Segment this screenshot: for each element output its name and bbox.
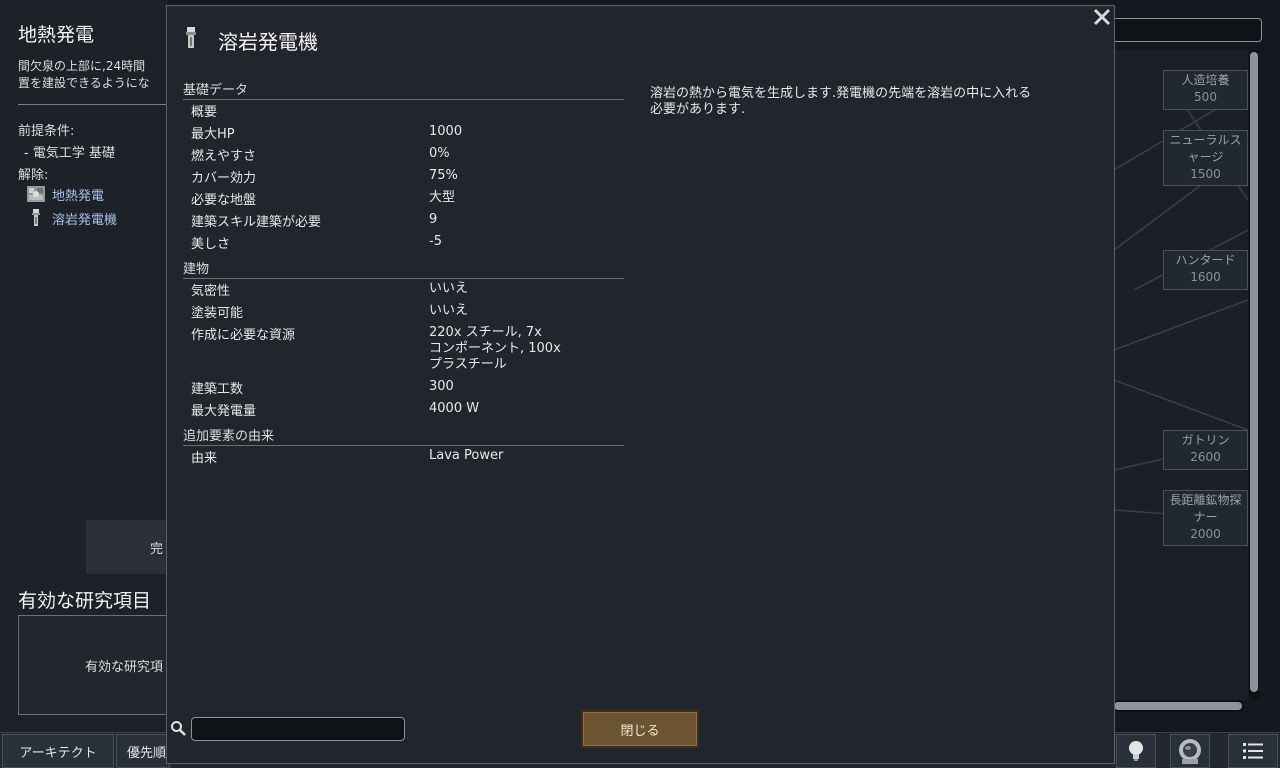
tree-node[interactable]: ガトリン 2600 <box>1163 430 1248 470</box>
list-menu-icon[interactable] <box>1228 734 1278 768</box>
stat-value-line: コンポーネント, 100x <box>429 341 561 356</box>
stat-value: 300 <box>429 379 454 394</box>
stat-label[interactable]: 美しさ <box>191 233 230 252</box>
description-line: 置を建設できるようにな <box>18 76 150 90</box>
vertical-scrollbar[interactable] <box>1249 50 1259 700</box>
stat-label[interactable]: 気密性 <box>191 280 230 299</box>
stat-value: -5 <box>429 234 442 249</box>
research-project-title: 地熱発電 <box>18 24 95 46</box>
taskbar-architect-button[interactable]: アーキテクト <box>2 734 114 768</box>
stat-label[interactable]: 建築工数 <box>191 378 243 397</box>
taskbar-priority-button[interactable]: 優先順 <box>116 734 170 768</box>
stat-label[interactable]: 建築スキル建築が必要 <box>191 211 321 230</box>
tree-node[interactable]: ニューラルス ャージ 1500 <box>1163 130 1248 186</box>
active-research-box: 有効な研究項 <box>18 615 168 715</box>
stat-value: いいえ <box>429 281 469 296</box>
stat-value: 大型 <box>429 190 456 205</box>
stat-value: Lava Power <box>429 448 504 463</box>
unlocks-label: 解除: <box>18 168 49 183</box>
unlock-item-lava-generator[interactable]: 溶岩発電機 <box>26 208 117 228</box>
info-dialog <box>166 5 1115 764</box>
lava-generator-icon <box>26 208 46 228</box>
lightbulb-icon[interactable] <box>1116 734 1156 768</box>
horizontal-scrollbar[interactable] <box>1114 700 1244 712</box>
tree-node-label: ハンタード <box>1175 253 1236 267</box>
tree-node[interactable]: 人造培養 500 <box>1163 70 1248 110</box>
search-icon <box>170 720 186 736</box>
stat-value-line: プラスチール <box>429 357 507 372</box>
scrollbar-thumb[interactable] <box>1114 702 1242 710</box>
stat-label[interactable]: 作成に必要な資源 <box>191 324 295 343</box>
section-header-building: 建物 <box>183 258 624 279</box>
unlock-item-label: 溶岩発電機 <box>52 212 118 228</box>
stat-value: 0% <box>429 146 450 161</box>
stat-search-input[interactable] <box>191 717 405 741</box>
stat-value-line: 220x スチール, 7x <box>429 325 542 340</box>
stat-label[interactable]: 必要な地盤 <box>191 189 256 208</box>
stat-label[interactable]: 塗装可能 <box>191 302 243 321</box>
stat-label[interactable]: 最大HP <box>191 123 235 142</box>
research-project-description: 間欠泉の上部に,24時間 置を建設できるようにな <box>18 58 168 92</box>
prerequisite-item: - 電気工学 基礎 <box>24 146 115 161</box>
lava-generator-icon <box>183 26 199 50</box>
close-button[interactable]: 閉じる <box>581 710 699 748</box>
scrollbar-thumb[interactable] <box>1250 52 1258 692</box>
active-research-title: 有効な研究項目 <box>18 590 152 612</box>
section-header-source: 追加要素の由来 <box>183 425 624 446</box>
stat-label[interactable]: 由来 <box>191 447 217 466</box>
complete-research-button[interactable]: 完 <box>86 520 168 574</box>
dialog-description: 溶岩の熱から電気を生成します.発電機の先端を溶岩の中に入れる 必要があります. <box>650 86 1032 117</box>
stat-label[interactable]: カバー効力 <box>191 167 256 186</box>
section-header-basic: 基礎データ <box>183 79 624 100</box>
close-icon[interactable] <box>1090 5 1114 29</box>
tree-node-cost: 500 <box>1194 90 1217 104</box>
stat-label[interactable]: 燃えやすさ <box>191 145 256 164</box>
tree-node-label: ニューラルス <box>1169 133 1242 147</box>
dialog-title: 溶岩発電機 <box>218 30 318 54</box>
stat-label[interactable]: 概要 <box>191 101 217 120</box>
tree-node[interactable]: ハンタード 1600 <box>1163 250 1248 290</box>
description-line: 間欠泉の上部に,24時間 <box>18 59 146 73</box>
tree-node-cost: 1500 <box>1190 167 1221 181</box>
tree-node-label: ャージ <box>1187 150 1224 164</box>
research-search-field[interactable] <box>1114 18 1262 42</box>
tree-node-cost: 2000 <box>1190 527 1221 541</box>
tree-node-cost: 2600 <box>1190 450 1221 464</box>
unlock-item-geothermal[interactable]: 地熱発電 <box>26 184 104 204</box>
stat-value: 1000 <box>429 124 463 139</box>
geothermal-icon <box>26 184 46 204</box>
stat-value: いいえ <box>429 303 469 318</box>
stat-value: 75% <box>429 168 458 183</box>
divider <box>18 104 168 105</box>
tree-node[interactable]: 長距離鉱物探 ナー 2000 <box>1163 490 1248 546</box>
tree-node-label: 長距離鉱物探 <box>1169 493 1242 507</box>
tree-node-label: ナー <box>1193 510 1218 524</box>
unlock-item-label: 地熱発電 <box>52 188 105 204</box>
astronaut-icon[interactable] <box>1170 734 1210 768</box>
stat-value-multiline: 220x スチール, 7x コンポーネント, 100x プラスチール <box>429 325 561 373</box>
tree-node-label: 人造培養 <box>1181 73 1230 87</box>
stat-value: 4000 W <box>429 401 480 416</box>
prerequisites-label: 前提条件: <box>18 124 75 139</box>
tree-node-label: ガトリン <box>1181 433 1230 447</box>
stat-label[interactable]: 最大発電量 <box>191 400 256 419</box>
stat-value: 9 <box>429 212 438 227</box>
tree-node-cost: 1600 <box>1190 270 1221 284</box>
